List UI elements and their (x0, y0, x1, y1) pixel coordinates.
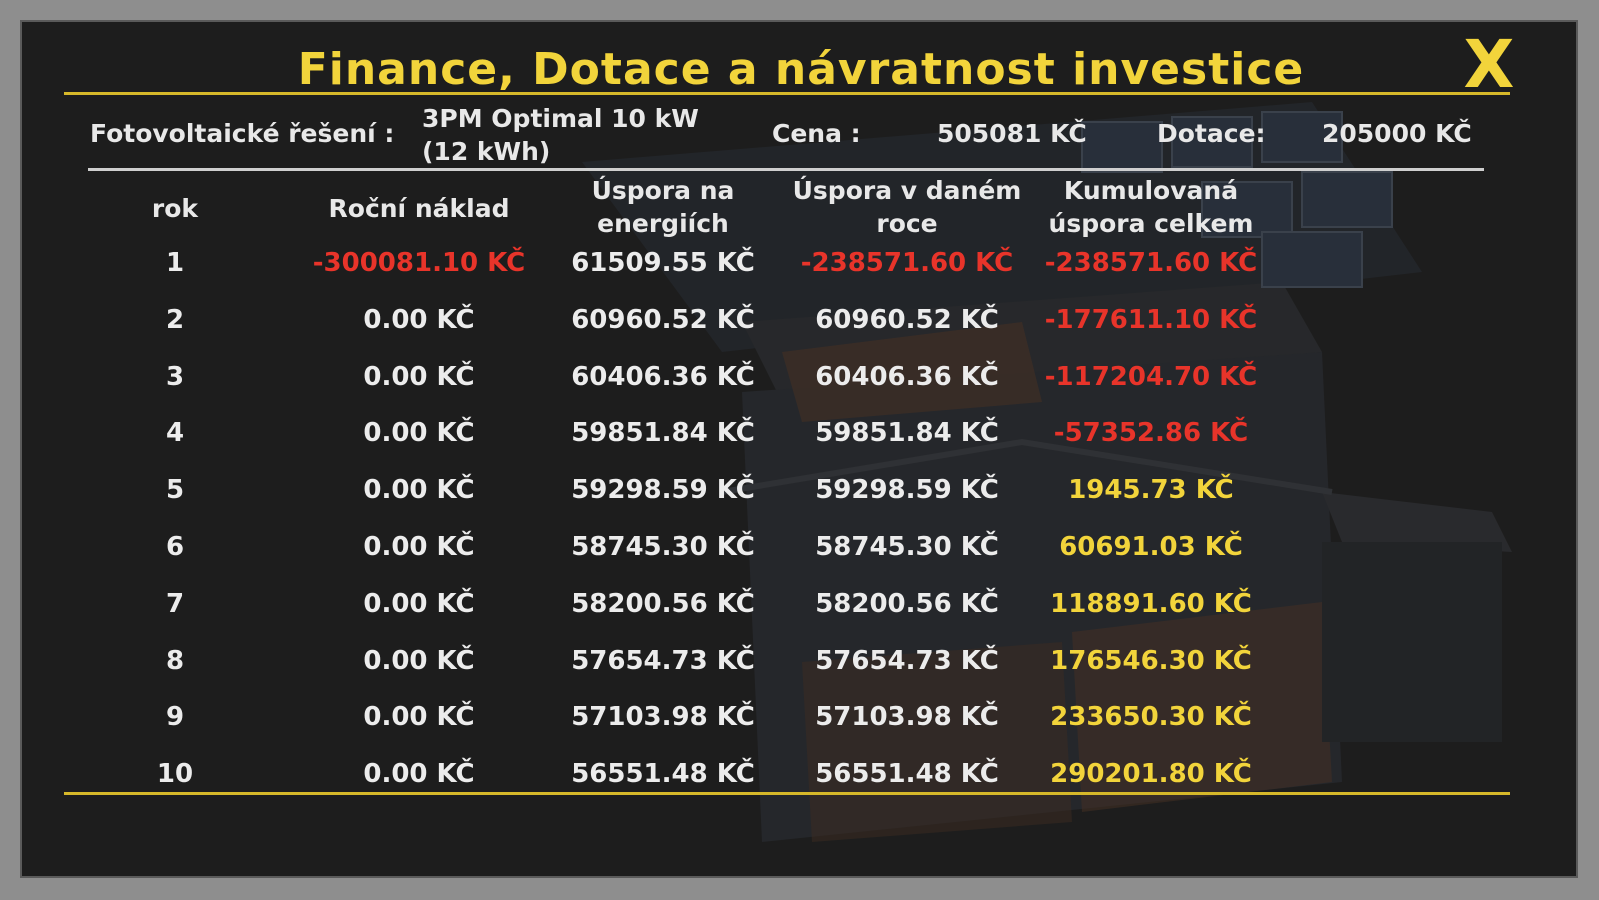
cell-cumulative: 176546.30 KČ (1050, 645, 1252, 676)
header-energy-saving: Úspora na energiích (591, 176, 735, 238)
cell-year: 5 (165, 475, 185, 506)
header-year: rok (151, 194, 199, 223)
cell-annual-cost: 0.00 KČ (363, 532, 475, 562)
bottom-divider (64, 792, 1510, 795)
cell-cumulative: -238571.60 KČ (1044, 248, 1258, 278)
cell-annual-cost: 0.00 KČ (363, 702, 475, 733)
price-value: 505081 KČ (937, 119, 1087, 148)
cell-year: 8 (165, 645, 185, 676)
cell-year-saving: 58200.56 KČ (815, 588, 999, 619)
cell-energy-saving: 57654.73 KČ (571, 645, 755, 676)
header-annual-cost: Roční náklad (328, 194, 510, 223)
close-button[interactable]: X (1454, 30, 1524, 100)
title-divider (64, 92, 1510, 95)
info-divider (88, 168, 1484, 171)
finance-dialog: Finance, Dotace a návratnost investice X… (20, 20, 1578, 878)
cell-year-saving: 58745.30 KČ (815, 532, 999, 562)
cell-year-saving: 59298.59 KČ (815, 475, 999, 506)
cell-energy-saving: 59298.59 KČ (571, 475, 755, 506)
solution-value: 3PM Optimal 10 kW (12 kWh) (422, 104, 699, 166)
cell-annual-cost: 0.00 KČ (363, 475, 475, 506)
price-label: Cena : (772, 119, 861, 148)
window-frame: Finance, Dotace a návratnost investice X… (0, 0, 1599, 900)
cell-annual-cost: 0.00 KČ (363, 759, 475, 790)
cell-cumulative: 118891.60 KČ (1050, 588, 1252, 619)
header-year-saving: Úspora v daném roce (792, 176, 1022, 238)
cell-energy-saving: 57103.98 KČ (571, 702, 755, 733)
cell-energy-saving: 56551.48 KČ (571, 759, 755, 790)
cell-year-saving: 57103.98 KČ (815, 702, 999, 733)
cell-annual-cost: 0.00 KČ (363, 418, 475, 449)
cell-energy-saving: 58745.30 KČ (571, 532, 755, 562)
cell-year-saving: 60406.36 KČ (815, 361, 999, 392)
cell-cumulative: 233650.30 KČ (1050, 702, 1252, 733)
cell-annual-cost: 0.00 KČ (363, 361, 475, 392)
subsidy-label: Dotace: (1157, 119, 1266, 148)
house-background-image (22, 22, 1576, 876)
cell-year-saving: 59851.84 KČ (815, 418, 999, 449)
solution-label: Fotovoltaické řešení : (90, 119, 395, 148)
cell-year: 1 (165, 248, 185, 278)
cell-year-saving: 60960.52 KČ (815, 304, 999, 335)
cell-annual-cost: 0.00 KČ (363, 304, 475, 335)
cell-annual-cost: 0.00 KČ (363, 645, 475, 676)
cell-year: 3 (165, 361, 185, 392)
cell-cumulative: -57352.86 KČ (1053, 418, 1249, 449)
cell-energy-saving: 58200.56 KČ (571, 588, 755, 619)
cell-year: 9 (165, 702, 185, 733)
cell-energy-saving: 60406.36 KČ (571, 361, 755, 392)
cell-energy-saving: 61509.55 KČ (571, 248, 755, 278)
cell-cumulative: 290201.80 KČ (1050, 759, 1252, 790)
cell-energy-saving: 60960.52 KČ (571, 304, 755, 335)
cell-year-saving: 56551.48 KČ (815, 759, 999, 790)
cell-year: 6 (165, 532, 185, 562)
cell-year: 7 (165, 588, 185, 619)
dialog-title: Finance, Dotace a návratnost investice (297, 44, 1305, 95)
cell-year: 2 (165, 304, 185, 335)
cell-year-saving: 57654.73 KČ (815, 645, 999, 676)
header-cumulative: Kumulovaná úspora celkem (1048, 176, 1254, 238)
cell-cumulative: 1945.73 KČ (1068, 475, 1234, 506)
cell-annual-cost: 0.00 KČ (363, 588, 475, 619)
cell-annual-cost: -300081.10 KČ (312, 248, 526, 278)
cell-year: 4 (165, 418, 185, 449)
cell-energy-saving: 59851.84 KČ (571, 418, 755, 449)
cell-cumulative: 60691.03 KČ (1059, 532, 1243, 562)
cell-cumulative: -117204.70 KČ (1044, 361, 1258, 392)
cell-year: 10 (156, 759, 194, 790)
subsidy-value: 205000 KČ (1322, 119, 1472, 148)
cell-cumulative: -177611.10 KČ (1044, 304, 1258, 335)
cell-year-saving: -238571.60 KČ (800, 248, 1014, 278)
